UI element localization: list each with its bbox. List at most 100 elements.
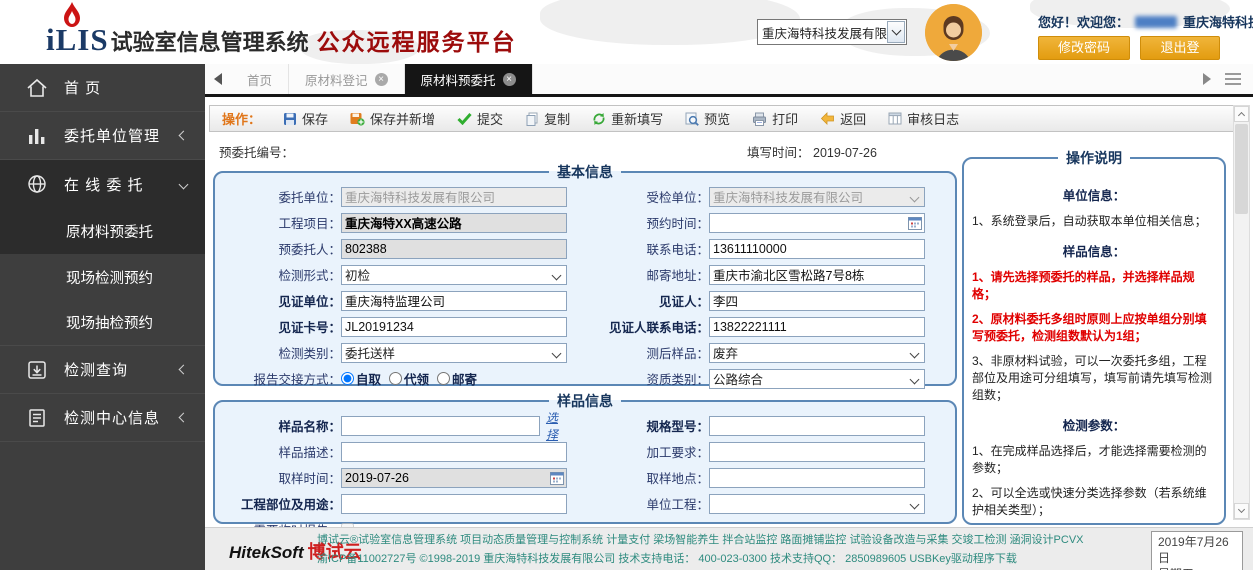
sidebar-item-home[interactable]: 首 页 <box>0 64 205 112</box>
company-select[interactable]: 重庆海特科技发展有限公 <box>757 19 907 45</box>
save-and-new-button[interactable]: 保存并新增 <box>350 109 435 128</box>
sidebar: 首 页 委托单位管理 在 线 委 托 原材料预委托 现场检测预约 现场抽检预约 <box>0 64 205 570</box>
chevron-down-icon <box>552 270 562 280</box>
audit-log-button[interactable]: 审核日志 <box>888 109 959 128</box>
field-test-form: 检测形式： 初检 <box>227 263 567 286</box>
field-witness-unit: 见证单位： <box>227 289 567 312</box>
test-category-select[interactable]: 委托送样 <box>341 343 567 363</box>
refresh-icon <box>592 112 606 126</box>
chevron-left-icon <box>179 131 189 141</box>
appoint-time-input[interactable] <box>709 213 925 233</box>
calendar-icon[interactable] <box>550 471 564 485</box>
button-label: 重新填写 <box>611 109 663 128</box>
part-use-input[interactable] <box>341 494 567 514</box>
field-label: 报告交接方式： <box>227 369 341 388</box>
tab-raw-material-register[interactable]: 原材料登记 × <box>289 64 405 94</box>
triangle-left-icon <box>214 73 222 85</box>
sidebar-item-onsite-sampling-appointment[interactable]: 现场抽检预约 <box>0 300 205 346</box>
sample-pick-link[interactable]: 选择 <box>546 409 567 443</box>
field-sample-name: 样品名称： 选择 <box>227 414 567 437</box>
sidebar-item-online-entrust[interactable]: 在 线 委 托 <box>0 160 205 208</box>
close-icon[interactable]: × <box>503 73 516 86</box>
tabs-scroll-left-button[interactable] <box>205 64 231 94</box>
witness-input[interactable] <box>709 291 925 311</box>
sampling-time-input[interactable] <box>341 468 567 488</box>
menu-list-icon[interactable] <box>1225 73 1241 85</box>
witness-unit-input[interactable] <box>341 291 567 311</box>
calendar-icon[interactable] <box>908 216 922 230</box>
chevron-down-icon <box>910 499 920 509</box>
witness-card-input[interactable] <box>341 317 567 337</box>
chevron-down-icon[interactable] <box>887 21 905 43</box>
radio-self-pickup[interactable]: 自取 <box>341 369 381 388</box>
scrollbar-thumb[interactable] <box>1235 124 1248 214</box>
sidebar-item-label: 现场检测预约 <box>66 267 153 288</box>
footer-text: 博试云®试验室信息管理系统 项目动态质量管理与控制系统 计量支付 梁场智能养生 … <box>317 531 1152 569</box>
sample-name-input[interactable] <box>341 416 540 436</box>
field-witness: 见证人： <box>595 289 925 312</box>
sidebar-item-label: 原材料预委托 <box>66 221 153 242</box>
sidebar-item-client-management[interactable]: 委托单位管理 <box>0 112 205 160</box>
logo-title: 试验室信息管理系统 <box>111 25 309 57</box>
avatar <box>925 4 982 61</box>
submit-button[interactable]: 提交 <box>457 109 503 128</box>
save-new-icon <box>350 112 365 126</box>
triangle-right-icon[interactable] <box>1203 73 1211 85</box>
basic-info-title: 基本信息 <box>549 162 621 182</box>
toolbar-prefix: 操作： <box>222 109 261 128</box>
logout-button[interactable]: 退出登录 <box>1140 36 1220 60</box>
after-sample-select[interactable]: 废弃 <box>709 343 925 363</box>
scroll-up-button[interactable] <box>1234 106 1249 122</box>
sidebar-item-onsite-test-appointment[interactable]: 现场检测预约 <box>0 254 205 300</box>
refill-button[interactable]: 重新填写 <box>592 109 663 128</box>
process-req-input[interactable] <box>709 442 925 462</box>
sidebar-item-label: 在 线 委 托 <box>64 174 144 195</box>
project-input <box>341 213 567 233</box>
close-icon[interactable]: × <box>375 73 388 86</box>
witness-phone-input[interactable] <box>709 317 925 337</box>
radio-input[interactable] <box>341 372 354 385</box>
tab-label: 原材料登记 <box>305 70 368 89</box>
sampling-place-input[interactable] <box>709 468 925 488</box>
unit-project-select[interactable] <box>709 494 925 514</box>
field-label: 预约时间： <box>595 213 709 232</box>
radio-input[interactable] <box>437 372 450 385</box>
field-label: 见证卡号： <box>227 317 341 336</box>
radio-agent-pickup[interactable]: 代领 <box>389 369 429 388</box>
tab-label: 原材料预委托 <box>421 70 496 89</box>
sample-desc-input[interactable] <box>341 442 567 462</box>
sidebar-item-test-query[interactable]: 检测查询 <box>0 346 205 394</box>
inspected-unit-select: 重庆海特科技发展有限公司 <box>709 187 925 207</box>
footer-logo-en: HitekSoft <box>229 543 304 562</box>
tab-home[interactable]: 首页 <box>231 64 289 94</box>
field-sampling-time: 取样时间： <box>227 466 567 489</box>
save-icon <box>283 112 297 126</box>
copy-button[interactable]: 复制 <box>525 109 570 128</box>
tab-raw-material-pre-entrust[interactable]: 原材料预委托 × <box>405 64 533 94</box>
check-icon <box>457 112 472 125</box>
help-panel-body: 单位信息： 1、系统登录后，自动获取本单位相关信息； 样品信息： 1、请先选择预… <box>964 168 1224 525</box>
sidebar-item-test-center-info[interactable]: 检测中心信息 <box>0 394 205 442</box>
radio-input[interactable] <box>389 372 402 385</box>
mail-address-input[interactable] <box>709 265 925 285</box>
contact-phone-input[interactable] <box>709 239 925 259</box>
sidebar-item-raw-material-pre-entrust[interactable]: 原材料预委托 <box>0 208 205 254</box>
document-icon <box>26 407 48 429</box>
vertical-scrollbar[interactable] <box>1233 105 1250 520</box>
preview-button[interactable]: 预览 <box>685 109 730 128</box>
logo-subtitle: 公众远程服务平台 <box>317 23 517 57</box>
scroll-down-button[interactable] <box>1234 503 1249 519</box>
spec-input[interactable] <box>709 416 925 436</box>
radio-mail[interactable]: 邮寄 <box>437 369 477 388</box>
help-item-alert: 1、请先选择预委托的样品，并选择样品规格； <box>972 269 1216 303</box>
select-value: 委托送样 <box>345 343 395 362</box>
test-form-select[interactable]: 初检 <box>341 265 567 285</box>
print-button[interactable]: 打印 <box>752 109 798 128</box>
qualification-select[interactable]: 公路综合 <box>709 369 925 389</box>
back-button[interactable]: 返回 <box>820 109 866 128</box>
save-button[interactable]: 保存 <box>283 109 328 128</box>
change-password-button[interactable]: 修改密码 <box>1038 36 1130 60</box>
field-spec: 规格型号： <box>595 414 925 437</box>
field-test-category: 检测类别： 委托送样 <box>227 341 567 364</box>
footer-line1: 博试云®试验室信息管理系统 项目动态质量管理与控制系统 计量支付 梁场智能养生 … <box>317 531 1152 550</box>
